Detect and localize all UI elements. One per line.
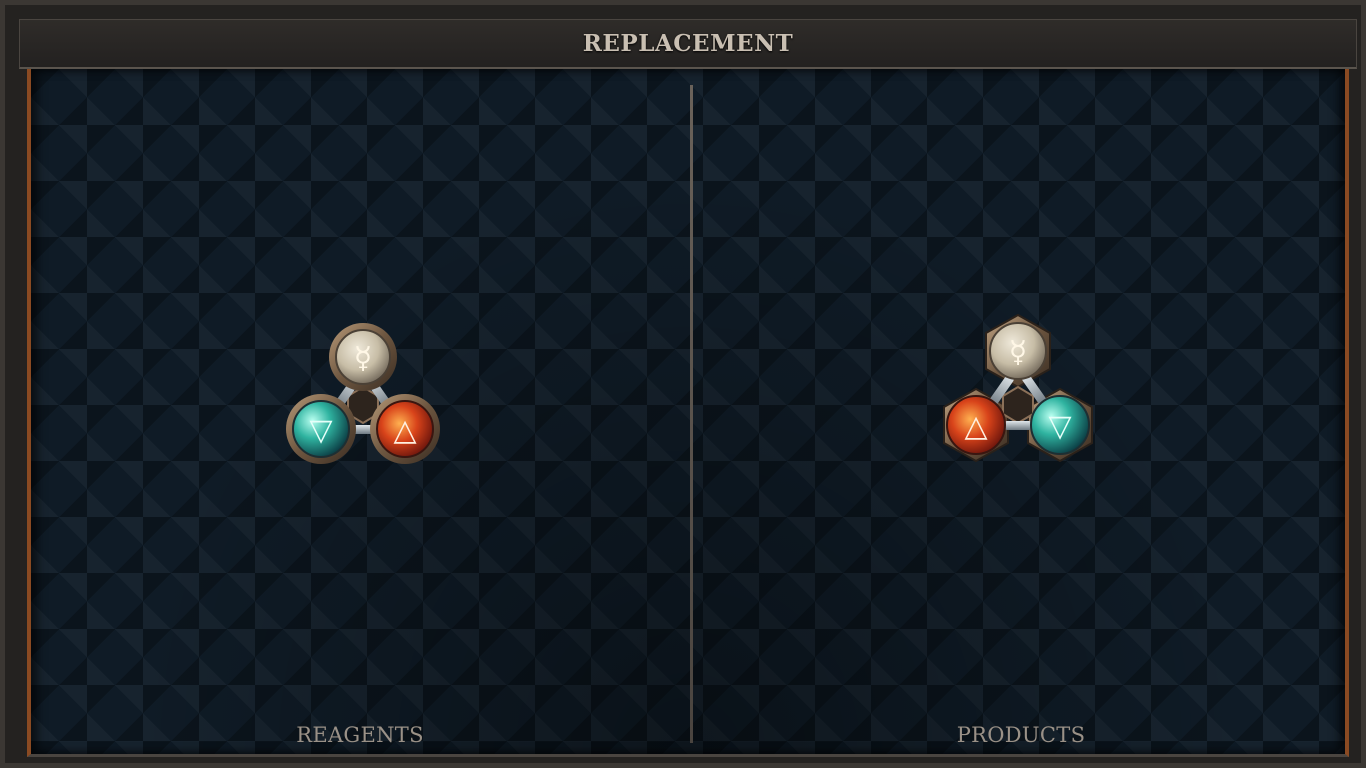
water-orb-icon[interactable]: ▽ <box>286 394 356 464</box>
reaction-board: ☿ ▽ △ REAGENTS ☿ △ ▽ PRODUCTS <box>27 69 1349 757</box>
water-symbol: ▽ <box>1048 409 1071 444</box>
fire-symbol: △ <box>964 409 987 444</box>
fire-orb-icon[interactable]: △ <box>370 394 440 464</box>
core-icon <box>1002 385 1034 425</box>
product-molecule[interactable]: ☿ △ ▽ <box>933 311 1103 481</box>
page-title: REPLACEMENT <box>582 30 794 57</box>
fire-symbol: △ <box>393 413 416 448</box>
title-bar: REPLACEMENT <box>19 19 1357 69</box>
reagents-label: REAGENTS <box>296 723 424 747</box>
mercury-orb-icon[interactable]: ☿ <box>329 323 397 391</box>
mercury-symbol: ☿ <box>354 341 372 376</box>
products-panel: ☿ △ ▽ PRODUCTS <box>693 69 1345 754</box>
water-orb-icon[interactable]: ▽ <box>1030 395 1090 455</box>
bond-icon <box>1004 421 1032 430</box>
water-symbol: ▽ <box>309 413 332 448</box>
reagents-panel: ☿ ▽ △ REAGENTS <box>31 69 689 754</box>
mercury-symbol: ☿ <box>1009 335 1027 370</box>
reagent-molecule[interactable]: ☿ ▽ △ <box>283 317 443 477</box>
products-label: PRODUCTS <box>956 723 1086 747</box>
fire-orb-icon[interactable]: △ <box>946 395 1006 455</box>
mercury-orb-icon[interactable]: ☿ <box>989 322 1047 380</box>
game-frame: REPLACEMENT ☿ ▽ △ REAGENTS ☿ △ ▽ PRODUCT… <box>0 0 1366 768</box>
